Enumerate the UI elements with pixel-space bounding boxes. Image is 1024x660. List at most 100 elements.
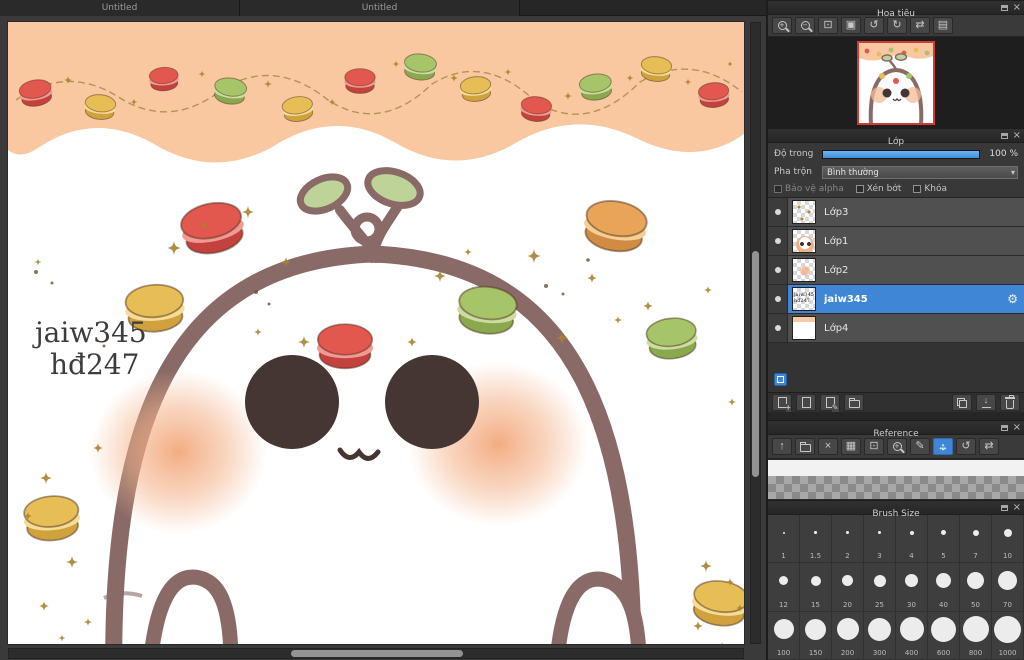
hand-icon xyxy=(937,441,949,453)
brush-size-cell[interactable]: 20 xyxy=(832,563,864,612)
canvas-vertical-scrollbar[interactable] xyxy=(750,22,761,644)
pen-button[interactable]: ✎ xyxy=(910,438,930,455)
flip-horizontal-button[interactable]: ⇄ xyxy=(910,17,930,34)
popout-panel-icon[interactable] xyxy=(1000,505,1008,511)
drawing-canvas[interactable]: jaiw345 hđ247 xyxy=(8,22,744,644)
hand-button[interactable] xyxy=(933,438,953,455)
close-panel-icon[interactable]: × xyxy=(1013,423,1021,433)
close-panel-icon[interactable]: × xyxy=(1013,131,1021,141)
brush-size-cell[interactable]: 30 xyxy=(896,563,928,612)
navigator-thumbnail[interactable] xyxy=(857,40,935,125)
brush-size-cell[interactable]: 150 xyxy=(800,611,832,660)
macaron xyxy=(148,66,179,92)
brush-size-label: 800 xyxy=(968,648,983,657)
layer-visibility-toggle[interactable] xyxy=(768,256,788,284)
brush-size-cell[interactable]: 300 xyxy=(864,611,896,660)
flip-horizontal-button[interactable]: ⇄ xyxy=(979,438,999,455)
visibility-dot-icon xyxy=(774,209,781,215)
brush-size-cell[interactable]: 25 xyxy=(864,563,896,612)
brush-size-cell[interactable]: 400 xyxy=(896,611,928,660)
brush-dot-icon xyxy=(998,571,1017,591)
fit-screen-icon: ⊡ xyxy=(869,440,879,452)
canvas-horizontal-scrollbar[interactable] xyxy=(8,648,744,659)
chevron-down-icon: ▾ xyxy=(1010,167,1015,177)
layer-settings-gear-icon[interactable]: ⚙ xyxy=(1007,292,1018,306)
brush-size-cell[interactable]: 1.5 xyxy=(800,515,832,564)
zoom-out-button[interactable]: − xyxy=(795,17,815,34)
folder-button[interactable] xyxy=(795,438,815,455)
close-button[interactable]: × xyxy=(818,438,838,455)
new-folder-button[interactable] xyxy=(844,394,864,411)
layer-controls: Độ trong 100 % Pha trộn Bình thường ▾ Bả… xyxy=(768,143,1024,198)
brush-size-cell[interactable]: 4 xyxy=(896,515,928,564)
document-tab-2[interactable]: Untitled xyxy=(240,0,520,16)
layer-name: Lớp3 xyxy=(824,206,849,218)
blend-mode-select[interactable]: Bình thường ▾ xyxy=(822,165,1018,179)
zoom-in-button[interactable]: + xyxy=(887,438,907,455)
layer-option-1[interactable]: Xén bớt xyxy=(855,184,901,194)
close-panel-icon[interactable]: × xyxy=(1013,3,1021,13)
duplicate-layer-button[interactable] xyxy=(952,394,972,411)
opacity-slider[interactable] xyxy=(822,149,980,159)
brush-size-cell[interactable]: 7 xyxy=(960,515,992,564)
popout-panel-icon[interactable] xyxy=(1000,425,1008,431)
brush-size-cell[interactable]: 600 xyxy=(928,611,960,660)
brush-dot-icon xyxy=(905,574,918,588)
vertical-scrollbar-thumb[interactable] xyxy=(752,251,759,477)
zoom-in-icon: + xyxy=(892,442,902,451)
brush-size-cell[interactable]: 10 xyxy=(992,515,1024,564)
fit-screen-button[interactable]: ⊡ xyxy=(818,17,838,34)
layer-option-icon[interactable] xyxy=(774,373,787,386)
document-tab-1[interactable]: Untitled xyxy=(0,0,240,16)
layer-row[interactable]: Lớp4 xyxy=(768,314,1024,343)
brush-size-cell[interactable]: 1000 xyxy=(992,611,1024,660)
up-level-button[interactable]: ↑ xyxy=(772,438,792,455)
brush-size-cell[interactable]: 70 xyxy=(992,563,1024,612)
fit-screen-button[interactable]: ⊡ xyxy=(864,438,884,455)
layer-row[interactable]: Lớp1 xyxy=(768,227,1024,256)
merge-down-button[interactable] xyxy=(976,394,996,411)
layer-row[interactable]: Lớp3 xyxy=(768,198,1024,227)
horizontal-scrollbar-thumb[interactable] xyxy=(291,650,463,657)
opacity-value: 100 % xyxy=(989,149,1018,159)
brush-size-cell[interactable]: 1 xyxy=(768,515,800,564)
popout-panel-icon[interactable] xyxy=(1000,5,1008,11)
layer-row[interactable]: jaiw345 hđ247 jaiw345 ⚙ xyxy=(768,285,1024,314)
zoom-in-button[interactable]: + xyxy=(772,17,792,34)
delete-layer-button[interactable] xyxy=(1000,394,1020,411)
brush-size-cell[interactable]: 3 xyxy=(864,515,896,564)
layer-option-2[interactable]: Khóa xyxy=(913,184,947,194)
brush-size-cell[interactable]: 100 xyxy=(768,611,800,660)
reference-viewport[interactable] xyxy=(768,459,1024,500)
layer-edit-button[interactable] xyxy=(820,394,840,412)
popout-panel-icon[interactable] xyxy=(1000,133,1008,139)
rotate-left-button[interactable]: ↺ xyxy=(956,438,976,455)
checkbox-icon xyxy=(913,185,922,193)
layer-visibility-toggle[interactable] xyxy=(768,227,788,255)
brush-size-cell[interactable]: 800 xyxy=(960,611,992,660)
layer-visibility-toggle[interactable] xyxy=(768,314,788,342)
layer-name: Lớp4 xyxy=(824,322,849,334)
new-layer-plain-button[interactable] xyxy=(796,394,816,411)
image-button[interactable]: ▦ xyxy=(841,438,861,455)
new-layer-button[interactable] xyxy=(772,394,792,412)
brush-size-cell[interactable]: 2 xyxy=(832,515,864,564)
reference-title: Reference xyxy=(873,429,919,439)
display-mode-button[interactable]: ▤ xyxy=(933,17,953,34)
brush-size-cell[interactable]: 40 xyxy=(928,563,960,612)
brush-size-cell[interactable]: 50 xyxy=(960,563,992,612)
brush-size-cell[interactable]: 15 xyxy=(800,563,832,612)
rotate-right-button[interactable]: ↻ xyxy=(887,17,907,34)
brush-size-cell[interactable]: 12 xyxy=(768,563,800,612)
layers-toolbar xyxy=(768,392,1024,412)
layer-visibility-toggle[interactable] xyxy=(768,285,788,313)
zoom-reset-button[interactable]: ▣ xyxy=(841,17,861,34)
rotate-left-button[interactable]: ↺ xyxy=(864,17,884,34)
brush-size-cell[interactable]: 200 xyxy=(832,611,864,660)
brush-dot-icon xyxy=(899,617,924,642)
brush-size-label: 20 xyxy=(843,600,852,609)
layer-visibility-toggle[interactable] xyxy=(768,198,788,226)
layer-row[interactable]: Lớp2 xyxy=(768,256,1024,285)
brush-size-cell[interactable]: 5 xyxy=(928,515,960,564)
close-panel-icon[interactable]: × xyxy=(1013,503,1021,513)
